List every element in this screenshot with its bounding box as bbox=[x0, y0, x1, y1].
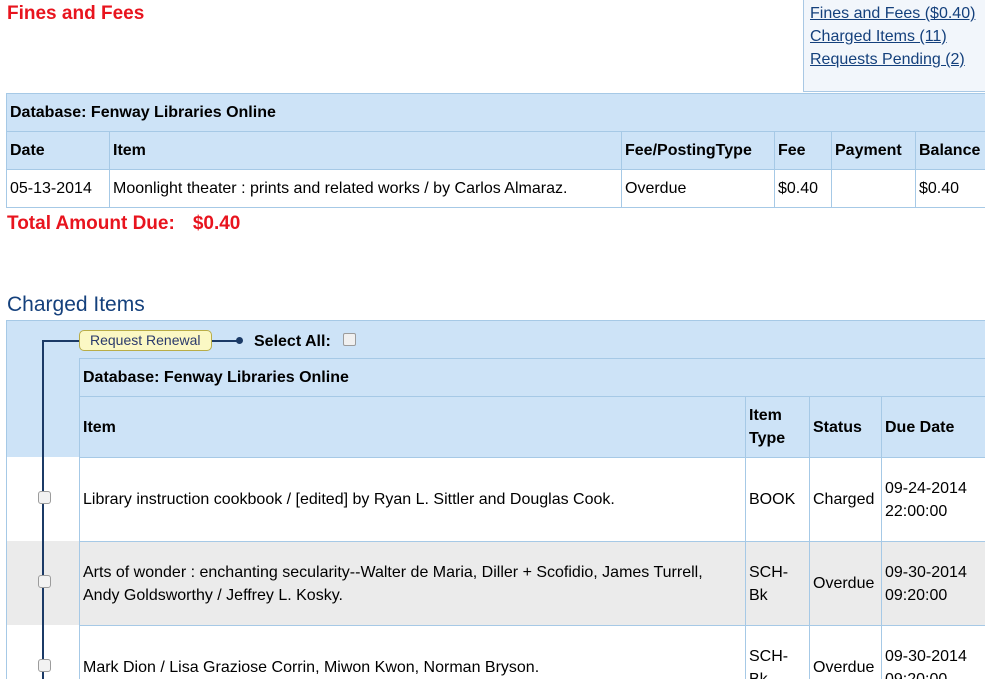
charged-items-title: Charged Items bbox=[7, 293, 145, 316]
row-checkbox[interactable] bbox=[38, 659, 51, 672]
row-checkbox[interactable] bbox=[38, 575, 51, 588]
request-renewal-button[interactable]: Request Renewal bbox=[79, 330, 212, 351]
table-row: Mark Dion / Lisa Graziose Corrin, Miwon … bbox=[79, 625, 985, 679]
col-status: Status bbox=[809, 396, 882, 458]
table-row: Arts of wonder : enchanting secularity--… bbox=[79, 541, 985, 626]
charged-item: Arts of wonder : enchanting secularity--… bbox=[79, 541, 746, 626]
charged-items-panel: Request Renewal Select All: Database: Fe… bbox=[6, 320, 985, 679]
table-row: 05-13-2014 Moonlight theater : prints an… bbox=[6, 169, 985, 208]
charged-item: Mark Dion / Lisa Graziose Corrin, Miwon … bbox=[79, 625, 746, 679]
col-item: Item bbox=[79, 396, 746, 458]
select-all-label: Select All: bbox=[254, 333, 331, 350]
charged-due: 09-24-2014 22:00:00 bbox=[881, 457, 985, 542]
col-balance: Balance bbox=[915, 131, 985, 170]
account-nav: Fines and Fees ($0.40) Charged Items (11… bbox=[803, 0, 985, 92]
requests-pending-link[interactable]: Requests Pending (2) bbox=[810, 48, 985, 71]
charged-database-label: Database: Fenway Libraries Online bbox=[79, 358, 985, 397]
col-item-type: Item Type bbox=[745, 396, 810, 458]
fine-date: 05-13-2014 bbox=[6, 169, 110, 208]
charged-type: SCH-Bk bbox=[745, 541, 810, 626]
charged-due: 09-30-2014 09:20:00 bbox=[881, 541, 985, 626]
charged-status: Overdue bbox=[809, 541, 882, 626]
col-fee-type: Fee/PostingType bbox=[621, 131, 775, 170]
fine-payment bbox=[831, 169, 916, 208]
fine-item: Moonlight theater : prints and related w… bbox=[109, 169, 622, 208]
select-all-checkbox[interactable] bbox=[343, 333, 356, 346]
tree-connector-stub bbox=[42, 340, 80, 342]
charged-type: SCH-Bk bbox=[745, 625, 810, 679]
col-fee: Fee bbox=[774, 131, 832, 170]
fine-balance: $0.40 bbox=[915, 169, 985, 208]
charged-type: BOOK bbox=[745, 457, 810, 542]
charged-status: Charged bbox=[809, 457, 882, 542]
table-row: Library instruction cookbook / [edited] … bbox=[79, 457, 985, 542]
fine-type: Overdue bbox=[621, 169, 775, 208]
col-due-date: Due Date bbox=[881, 396, 985, 458]
charged-status: Overdue bbox=[809, 625, 882, 679]
fines-link[interactable]: Fines and Fees ($0.40) bbox=[810, 2, 985, 25]
total-amount-due: Total Amount Due: $0.40 bbox=[7, 213, 240, 235]
fines-title: Fines and Fees bbox=[7, 3, 145, 24]
charged-items-table: Database: Fenway Libraries Online Item I… bbox=[79, 358, 985, 679]
fines-database-label: Database: Fenway Libraries Online bbox=[6, 93, 985, 132]
renew-connector-dot bbox=[236, 337, 243, 344]
col-date: Date bbox=[6, 131, 110, 170]
charged-item: Library instruction cookbook / [edited] … bbox=[79, 457, 746, 542]
col-item: Item bbox=[109, 131, 622, 170]
total-label: Total Amount Due: bbox=[7, 213, 175, 234]
charged-due: 09-30-2014 09:20:00 bbox=[881, 625, 985, 679]
row-checkbox[interactable] bbox=[38, 491, 51, 504]
charged-items-link[interactable]: Charged Items (11) bbox=[810, 25, 985, 48]
col-payment: Payment bbox=[831, 131, 916, 170]
total-value: $0.40 bbox=[192, 213, 241, 234]
fines-table: Database: Fenway Libraries Online Date I… bbox=[6, 93, 985, 208]
fine-fee: $0.40 bbox=[774, 169, 832, 208]
